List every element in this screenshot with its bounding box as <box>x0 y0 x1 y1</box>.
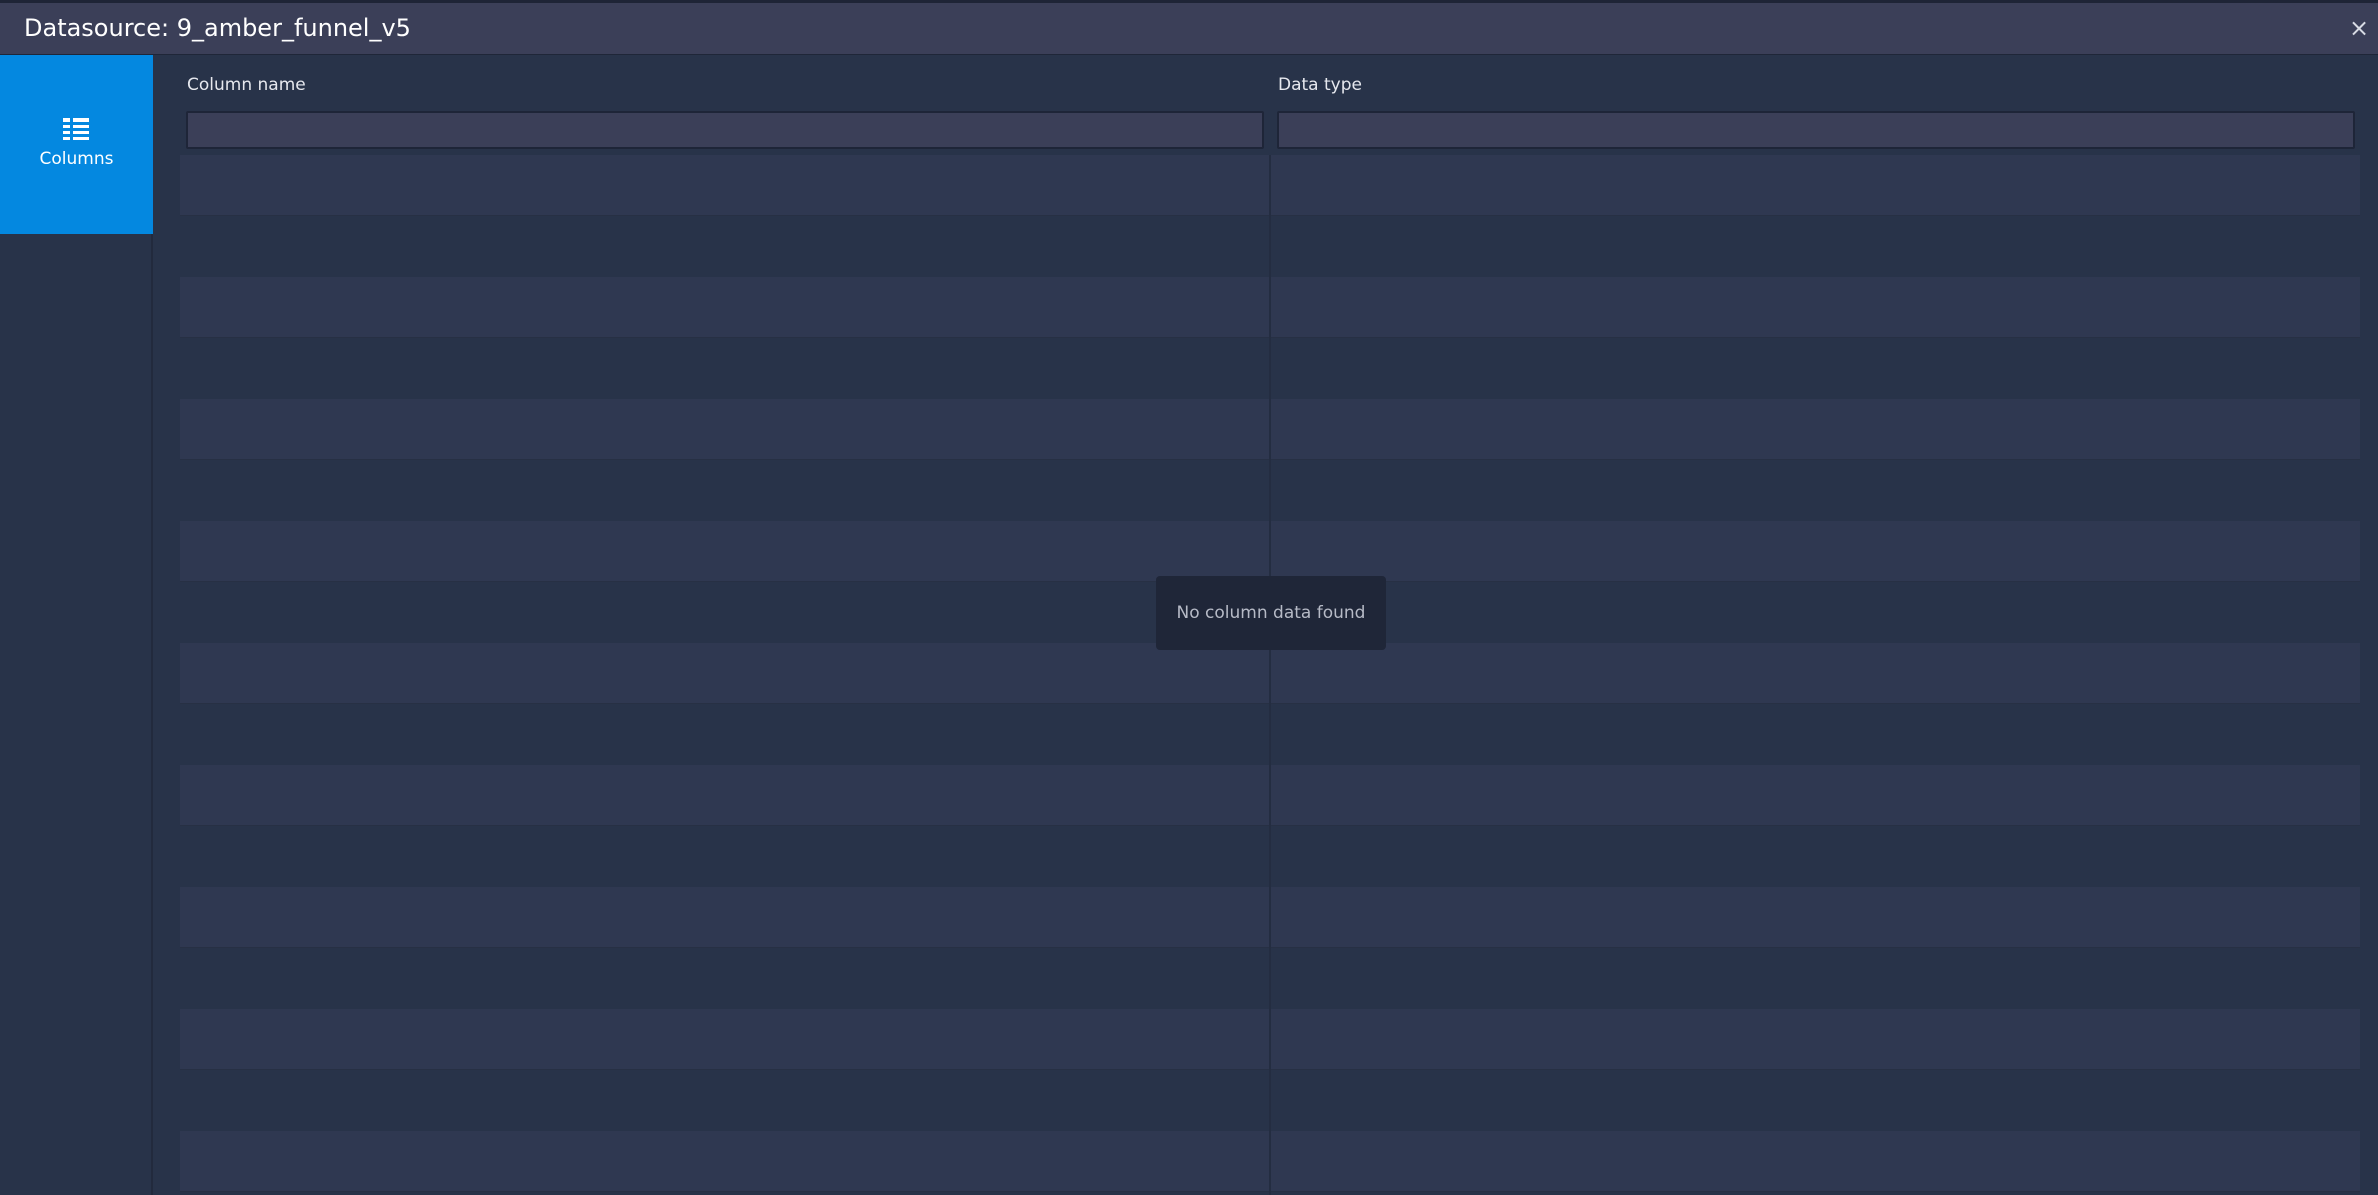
sidebar-item-label: Columns <box>39 149 114 169</box>
close-icon: × <box>2348 14 2370 42</box>
close-button[interactable]: × <box>2346 13 2372 43</box>
columns-icon <box>63 118 89 140</box>
empty-state-message: No column data found <box>1156 576 1386 650</box>
sidebar-item-columns[interactable]: Columns <box>0 55 153 234</box>
data-type-filter-input[interactable] <box>1277 111 2355 149</box>
column-header-type[interactable]: Data type <box>1278 75 1362 95</box>
sidebar: Columns <box>0 55 153 1195</box>
dialog-title-bar: Datasource: 9_amber_funnel_v5 × <box>0 0 2378 55</box>
datasource-dialog: Datasource: 9_amber_funnel_v5 × Columns … <box>0 0 2378 1195</box>
column-name-filter-input[interactable] <box>186 111 1264 149</box>
dialog-title: Datasource: 9_amber_funnel_v5 <box>24 14 411 42</box>
column-divider <box>1269 155 1271 1195</box>
column-header-name[interactable]: Column name <box>187 75 306 95</box>
